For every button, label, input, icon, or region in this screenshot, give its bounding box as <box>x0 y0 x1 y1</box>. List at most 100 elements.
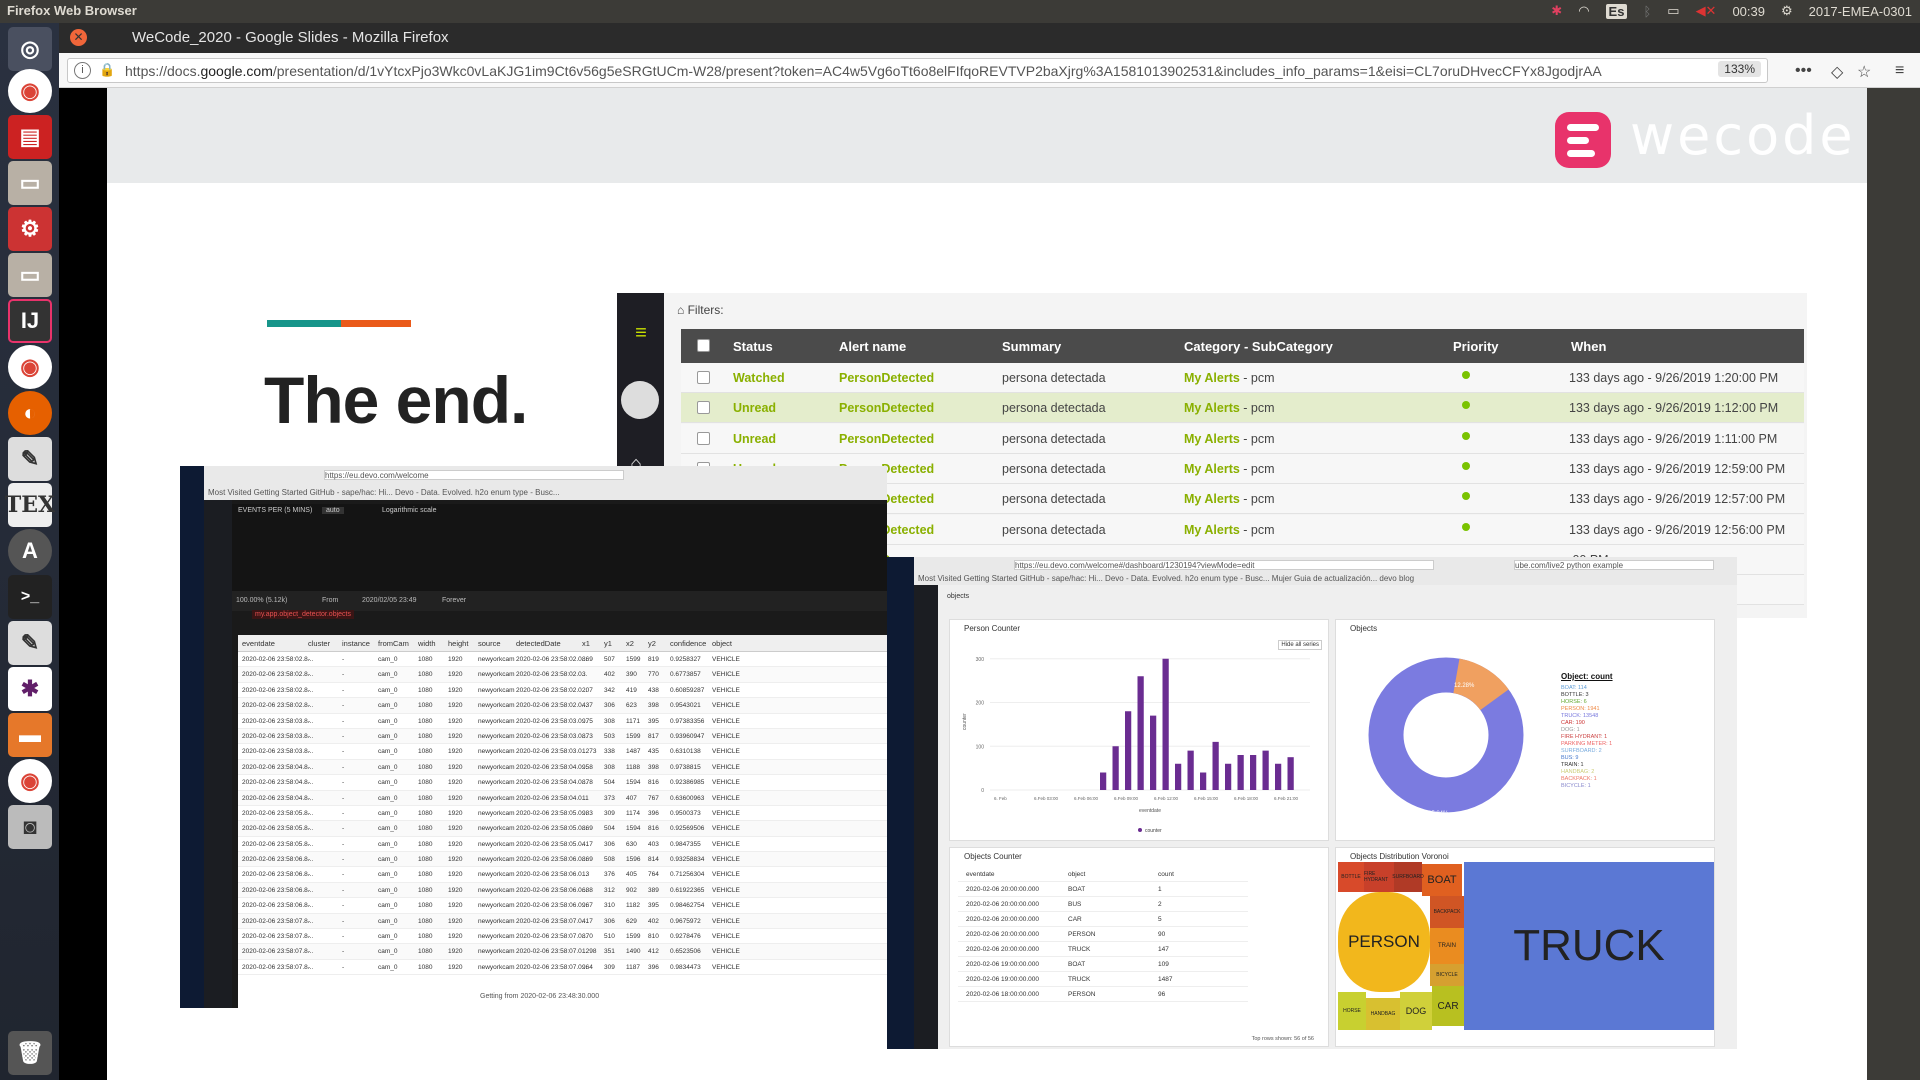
legend-entry[interactable]: BUS: 9 <box>1561 755 1612 762</box>
table-row[interactable]: 2020-02-06 23:58:05.8... - - cam_0 1080 1920 n… <box>238 805 887 822</box>
events-col-header[interactable]: eventdate <box>242 639 275 648</box>
table-row[interactable]: 2020-02-06 23:58:02.8... - - cam_0 1080 1920 n… <box>238 667 887 683</box>
alert-category[interactable]: My Alerts - pcm <box>1184 523 1275 537</box>
battery-icon[interactable]: ▭ <box>1667 3 1679 19</box>
alert-category[interactable]: My Alerts - pcm <box>1184 432 1275 446</box>
legend-entry[interactable]: HANDBAG: 2 <box>1561 769 1612 776</box>
events-col-header[interactable]: y2 <box>648 639 656 648</box>
terminal-red-icon[interactable]: ▤ <box>8 115 52 159</box>
table-row[interactable]: 2020-02-06 20:00:00.000 CAR 5 <box>958 913 1248 927</box>
select-all-checkbox[interactable] <box>697 339 710 352</box>
col-priority[interactable]: Priority <box>1453 339 1499 354</box>
table-row[interactable]: 2020-02-06 23:58:06.8... - - cam_0 1080 1920 n… <box>238 898 887 914</box>
col-alert-name[interactable]: Alert name <box>839 339 906 354</box>
col-when[interactable]: When <box>1571 339 1606 354</box>
folder-icon[interactable]: ▬ <box>8 713 52 757</box>
table-row[interactable]: 2020-02-06 23:58:07.8... - - cam_0 1080 1920 n… <box>238 959 887 976</box>
col-summary[interactable]: Summary <box>1002 339 1061 354</box>
notes-icon[interactable]: ✎ <box>8 621 52 665</box>
slack-tray-icon[interactable]: ✱ <box>1551 3 1562 19</box>
table-row[interactable]: 2020-02-06 23:58:07.8... - - cam_0 1080 1920 n… <box>238 929 887 945</box>
events-col-header[interactable]: confidence <box>670 639 706 648</box>
legend-entry[interactable]: BACKPACK: 1 <box>1561 776 1612 783</box>
table-row[interactable]: 2020-02-06 23:58:06.8... - - cam_0 1080 1920 n… <box>238 852 887 868</box>
dash-icon[interactable]: ◎ <box>8 27 52 71</box>
legend-entry[interactable]: PARKING METER: 1 <box>1561 741 1612 748</box>
table-row[interactable]: 2020-02-06 23:58:04.8... - - cam_0 1080 1920 n… <box>238 759 887 776</box>
alert-category[interactable]: My Alerts - pcm <box>1184 492 1275 506</box>
chrome-3-icon[interactable]: ◉ <box>8 759 52 803</box>
trash-icon[interactable]: 🗑 <box>8 1031 52 1075</box>
events-col-header[interactable]: y1 <box>604 639 612 648</box>
page-actions-icon[interactable]: ••• <box>1795 62 1812 80</box>
legend-entry[interactable]: TRUCK: 13548 <box>1561 713 1612 720</box>
chrome-icon[interactable]: ◉ <box>8 69 52 113</box>
slack-icon[interactable]: ✱ <box>8 667 52 711</box>
events-col-header[interactable]: object <box>712 639 732 648</box>
alert-row[interactable]: Watched PersonDetected persona detectada My… <box>681 363 1804 393</box>
volume-muted-icon[interactable]: ◀✕ <box>1696 3 1717 19</box>
legend-entry[interactable]: BOTTLE: 3 <box>1561 692 1612 699</box>
events-col-header[interactable]: detectedDate <box>516 639 561 648</box>
settings-gear-icon[interactable]: ⚙ <box>1781 3 1793 19</box>
table-row[interactable]: 2020-02-06 23:58:04.8... - - cam_0 1080 1920 n… <box>238 775 887 791</box>
close-window-icon[interactable]: ✕ <box>70 29 87 46</box>
alert-name[interactable]: PersonDetected <box>839 401 934 415</box>
table-row[interactable]: 2020-02-06 23:58:02.8... - - cam_0 1080 1920 n… <box>238 682 887 699</box>
text-editor-icon[interactable]: ✎ <box>8 437 52 481</box>
legend-entry[interactable]: CAR: 190 <box>1561 720 1612 727</box>
alert-category[interactable]: My Alerts - pcm <box>1184 401 1275 415</box>
oc-col-header[interactable]: count <box>1158 871 1174 878</box>
table-row[interactable]: 2020-02-06 23:58:07.8... - - cam_0 1080 1920 n… <box>238 913 887 930</box>
table-row[interactable]: 2020-02-06 20:00:00.000 BUS 2 <box>958 898 1248 912</box>
legend-entry[interactable]: PERSON: 1941 <box>1561 706 1612 713</box>
intellij-icon[interactable]: IJ <box>8 299 52 343</box>
legend-entry[interactable]: TRAIN: 1 <box>1561 762 1612 769</box>
firefox-icon[interactable]: ◐ <box>8 391 52 435</box>
table-row[interactable]: 2020-02-06 23:58:03.8... - - cam_0 1080 1920 n… <box>238 713 887 729</box>
legend-entry[interactable]: FIRE HYDRANT: 1 <box>1561 734 1612 741</box>
table-row[interactable]: 2020-02-06 19:00:00.000 BOAT 109 <box>958 958 1248 972</box>
table-row[interactable]: 2020-02-06 23:58:05.8... - - cam_0 1080 1920 n… <box>238 821 887 837</box>
alert-row[interactable]: Unread PersonDetected persona detectada My … <box>681 423 1804 454</box>
table-row[interactable]: 2020-02-06 23:58:04.8... - - cam_0 1080 1920 n… <box>238 790 887 806</box>
bookmark-star-icon[interactable]: ☆ <box>1857 62 1871 82</box>
alert-name[interactable]: PersonDetected <box>839 432 934 446</box>
table-row[interactable]: 2020-02-06 18:00:00.000 PERSON 96 <box>958 988 1248 1002</box>
texmaker-icon[interactable]: TEX <box>5 483 55 527</box>
settings-icon[interactable]: ⚙ <box>8 207 52 251</box>
legend-entry[interactable]: SURFBOARD: 2 <box>1561 748 1612 755</box>
events-col-header[interactable]: x1 <box>582 639 590 648</box>
oc-col-header[interactable]: object <box>1068 871 1085 878</box>
info-icon[interactable]: i <box>74 62 91 79</box>
clock[interactable]: 00:39 <box>1732 4 1765 19</box>
table-row[interactable]: 2020-02-06 19:00:00.000 TRUCK 1487 <box>958 973 1248 987</box>
row-checkbox[interactable] <box>697 401 710 415</box>
legend-entry[interactable]: DOG: 1 <box>1561 727 1612 734</box>
table-row[interactable]: 2020-02-06 23:58:06.8... - - cam_0 1080 1920 n… <box>238 882 887 899</box>
archive-icon[interactable]: ▭ <box>8 253 52 297</box>
log-scale-toggle[interactable]: Logarithmic scale <box>382 507 436 514</box>
user-name[interactable]: 2017-EMEA-0301 <box>1809 4 1912 19</box>
col-category[interactable]: Category - SubCategory <box>1184 339 1333 354</box>
lock-icon[interactable]: 🔒 <box>99 62 115 78</box>
events-auto-select[interactable]: auto <box>322 507 344 514</box>
avatar[interactable] <box>621 381 659 419</box>
wifi-icon[interactable]: ◠ <box>1578 3 1589 19</box>
events-col-header[interactable]: cluster <box>308 639 330 648</box>
table-row[interactable]: 2020-02-06 23:58:03.8... - - cam_0 1080 1920 n… <box>238 744 887 760</box>
keyboard-layout-indicator[interactable]: Es <box>1605 3 1628 19</box>
table-row[interactable]: 2020-02-06 23:58:06.8... - - cam_0 1080 1920 n… <box>238 867 887 883</box>
alert-category[interactable]: My Alerts - pcm <box>1184 462 1275 476</box>
zoom-level[interactable]: 133% <box>1718 61 1761 77</box>
alert-row[interactable]: Unread PersonDetected persona detectada My … <box>681 393 1804 424</box>
events-col-header[interactable]: x2 <box>626 639 634 648</box>
events-col-header[interactable]: width <box>418 639 436 648</box>
menu-icon[interactable]: ≡ <box>1895 62 1904 80</box>
files-icon[interactable]: ▭ <box>8 161 52 205</box>
alert-name[interactable]: PersonDetected <box>839 371 934 385</box>
events-col-header[interactable]: fromCam <box>378 639 409 648</box>
legend-entry[interactable]: BICYCLE: 1 <box>1561 783 1612 790</box>
url-text[interactable]: https://docs.google.com/presentation/d/1… <box>125 63 1625 79</box>
table-row[interactable]: 2020-02-06 23:58:02.8... - - cam_0 1080 1920 n… <box>238 652 887 668</box>
